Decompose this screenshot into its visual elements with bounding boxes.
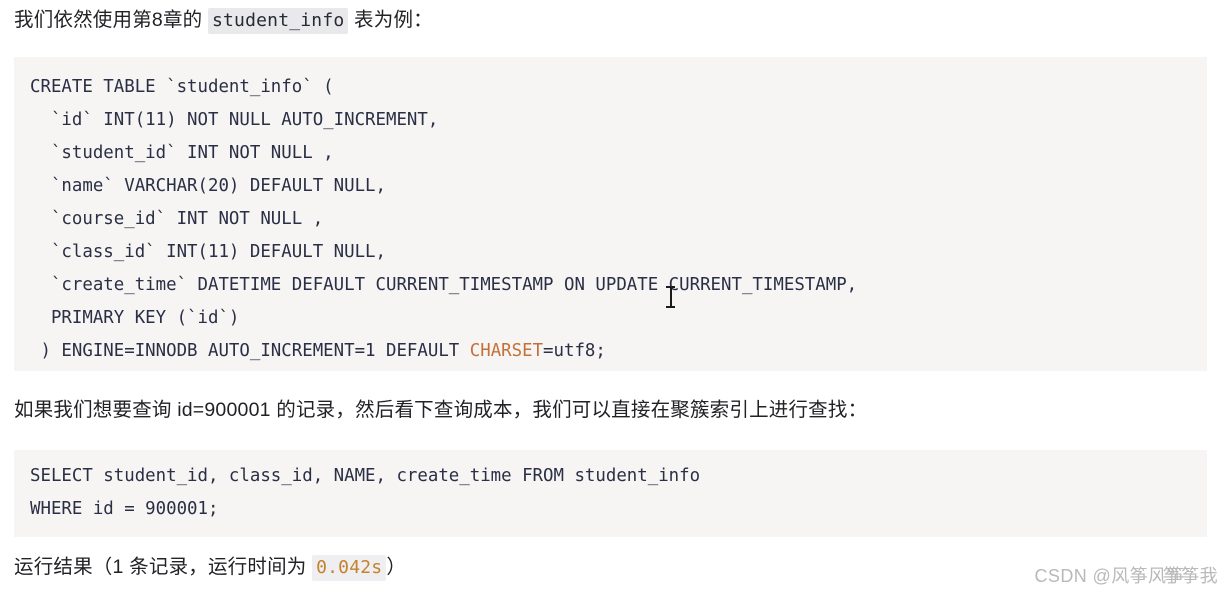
result-paragraph: 运行结果（1 条记录，运行时间为 0.042s） [14, 553, 406, 581]
code-line: PRIMARY KEY (`id`) [30, 308, 240, 328]
code-engine-suffix: =utf8; [543, 341, 606, 361]
inline-code-table-name: student_info [207, 8, 349, 34]
watermark-overlap: 筝筝我 [1162, 566, 1218, 586]
code-line-engine: ) ENGINE=INNODB AUTO_INCREMENT=1 DEFAULT… [30, 335, 1207, 368]
inline-code-execution-time: 0.042s [312, 555, 387, 581]
create-table-code-block[interactable]: CREATE TABLE `student_info` ( `id` INT(1… [14, 57, 1207, 371]
code-line: `student_id` INT NOT NULL , [30, 143, 334, 163]
result-text-after: ） [386, 556, 407, 578]
code-line: WHERE id = 900001; [30, 499, 219, 519]
code-line: `id` INT(11) NOT NULL AUTO_INCREMENT, [30, 110, 439, 130]
code-engine-prefix: ) ENGINE=INNODB AUTO_INCREMENT=1 DEFAULT [30, 341, 470, 361]
select-query-code-block[interactable]: SELECT student_id, class_id, NAME, creat… [14, 450, 1207, 537]
code-line: CREATE TABLE `student_info` ( [30, 77, 334, 97]
code-token-charset: CHARSET [469, 341, 544, 361]
page-root: 我们依然使用第8章的 student_info 表为例： CREATE TABL… [0, 0, 1226, 594]
code-line: SELECT student_id, class_id, NAME, creat… [30, 466, 701, 486]
intro-text-before: 我们依然使用第8章的 [14, 9, 208, 31]
query-paragraph: 如果我们想要查询 id=900001 的记录，然后看下查询成本，我们可以直接在聚… [14, 399, 868, 421]
csdn-watermark: CSDN @风筝风筝筝筝我 [1035, 562, 1218, 588]
intro-text-after: 表为例： [348, 9, 433, 31]
code-line: `create_time` DATETIME DEFAULT CURRENT_T… [30, 275, 858, 295]
intro-paragraph: 我们依然使用第8章的 student_info 表为例： [14, 6, 433, 34]
code-line: `name` VARCHAR(20) DEFAULT NULL, [30, 176, 386, 196]
code-line: `class_id` INT(11) DEFAULT NULL, [30, 242, 386, 262]
result-text-before: 运行结果（1 条记录，运行时间为 [14, 556, 313, 578]
code-line: `course_id` INT NOT NULL , [30, 209, 324, 229]
